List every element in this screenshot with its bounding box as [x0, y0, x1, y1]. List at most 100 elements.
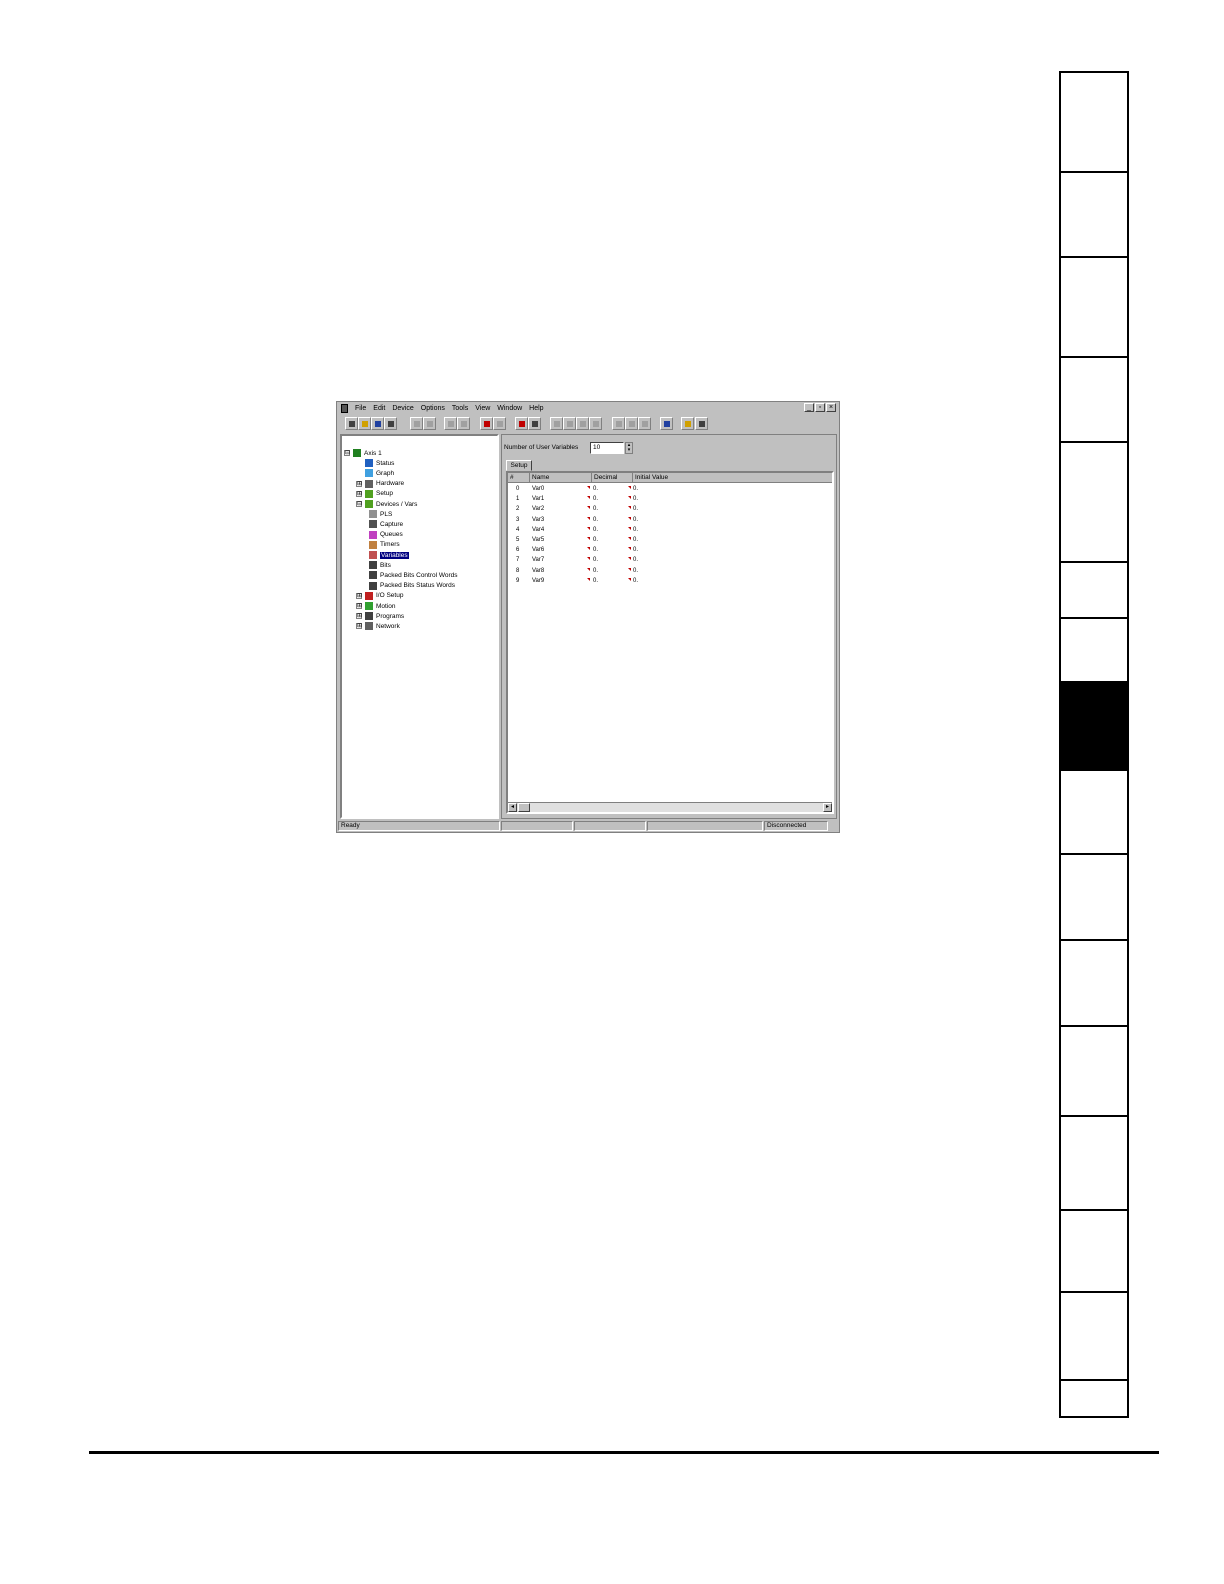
scroll-right-icon[interactable]: ▸ [823, 803, 832, 812]
new-file-icon[interactable] [345, 417, 358, 430]
save-icon[interactable] [371, 417, 384, 430]
cell-initial-value[interactable]: 0. [633, 535, 638, 545]
collapse-icon[interactable]: ⊟ [344, 450, 350, 456]
copy-icon[interactable] [457, 417, 470, 430]
tree-item-packed-bits-status-words[interactable]: Packed Bits Status Words [369, 581, 455, 591]
menu-tools[interactable]: Tools [452, 404, 468, 413]
scroll-left-icon[interactable]: ◂ [508, 803, 517, 812]
tree-item-queues[interactable]: Queues [369, 530, 403, 540]
watch-icon[interactable] [576, 417, 589, 430]
cell-initial-value[interactable]: 0. [633, 525, 638, 535]
cell-name[interactable]: Var4 [532, 525, 544, 535]
cell-initial-value[interactable]: 0. [633, 515, 638, 525]
add-icon[interactable] [480, 417, 493, 430]
tree-item-pls[interactable]: PLS [369, 509, 392, 519]
open-folder-icon[interactable] [358, 417, 371, 430]
cell-decimal[interactable]: 0. [593, 535, 598, 545]
project-tree[interactable]: ⊟ Axis 1 Status Graph ⊞ Hardware ⊞ Setup ⊟ Device… [340, 434, 499, 819]
tab-setup[interactable]: Setup [506, 460, 532, 471]
expand-icon[interactable]: ⊞ [356, 592, 362, 599]
cut-icon[interactable] [444, 417, 457, 430]
layout-icon[interactable] [660, 417, 673, 430]
cell-decimal[interactable]: 0. [593, 515, 598, 525]
tree-item-graph[interactable]: Graph [356, 468, 394, 478]
help-icon[interactable] [681, 417, 694, 430]
tree-item-programs[interactable]: ⊞ Programs [356, 611, 404, 621]
cell-initial-value[interactable]: 0. [633, 494, 638, 504]
cell-initial-value[interactable]: 0. [633, 545, 638, 555]
collapse-icon[interactable]: ⊟ [356, 501, 362, 507]
cell-decimal[interactable]: 0. [593, 525, 598, 535]
cell-decimal[interactable]: 0. [593, 545, 598, 555]
compile-icon[interactable] [515, 417, 528, 430]
tree-item-packed-bits-control-words[interactable]: Packed Bits Control Words [369, 570, 458, 580]
cell-initial-value[interactable]: 0. [633, 504, 638, 514]
menu-window[interactable]: Window [497, 404, 522, 413]
cell-name[interactable]: Var0 [532, 484, 544, 494]
cell-decimal[interactable]: 0. [593, 566, 598, 576]
cell-decimal[interactable]: 0. [593, 555, 598, 565]
minimize-button[interactable]: _ [804, 403, 814, 412]
horizontal-scrollbar[interactable]: ◂ ▸ [508, 802, 832, 812]
stop-icon[interactable] [625, 417, 638, 430]
tree-item-timers[interactable]: Timers [369, 540, 400, 550]
cell-name[interactable]: Var8 [532, 566, 544, 576]
find-icon[interactable] [550, 417, 563, 430]
table-row[interactable]: 6 Var6 0. 0. [508, 545, 832, 555]
cell-name[interactable]: Var6 [532, 545, 544, 555]
expand-icon[interactable]: ⊞ [356, 613, 362, 620]
expand-icon[interactable]: ⊞ [356, 623, 362, 630]
replace-icon[interactable] [563, 417, 576, 430]
cell-initial-value[interactable]: 0. [633, 566, 638, 576]
cell-name[interactable]: Var5 [532, 535, 544, 545]
table-row[interactable]: 7 Var7 0. 0. [508, 555, 832, 565]
cell-initial-value[interactable]: 0. [633, 484, 638, 494]
table-row[interactable]: 1 Var1 0. 0. [508, 494, 832, 504]
menu-edit[interactable]: Edit [373, 404, 385, 413]
tree-item-axis-1[interactable]: ⊟ Axis 1 [344, 448, 382, 458]
print-icon[interactable] [384, 417, 397, 430]
table-row[interactable]: 3 Var3 0. 0. [508, 515, 832, 525]
tree-item-hardware[interactable]: ⊞ Hardware [356, 479, 404, 489]
tree-item-capture[interactable]: Capture [369, 519, 403, 529]
restore-button[interactable]: ▫ [815, 403, 825, 412]
context-help-icon[interactable] [695, 417, 708, 430]
menu-help[interactable]: Help [529, 404, 543, 413]
tree-item-motion[interactable]: ⊞ Motion [356, 601, 396, 611]
scroll-thumb[interactable] [518, 803, 530, 812]
cell-initial-value[interactable]: 0. [633, 576, 638, 586]
tree-item-variables[interactable]: Variables [369, 550, 409, 560]
table-row[interactable]: 9 Var9 0. 0. [508, 576, 832, 586]
remove-icon[interactable] [493, 417, 506, 430]
upload-icon[interactable] [410, 417, 423, 430]
user-variables-count-input[interactable]: 10 [590, 442, 624, 454]
cell-decimal[interactable]: 0. [593, 504, 598, 514]
run-icon[interactable] [612, 417, 625, 430]
doc-icon[interactable] [528, 417, 541, 430]
col-header-initial-value[interactable]: Initial Value [633, 473, 703, 482]
cell-name[interactable]: Var9 [532, 576, 544, 586]
cell-initial-value[interactable]: 0. [633, 555, 638, 565]
cell-decimal[interactable]: 0. [593, 484, 598, 494]
table-row[interactable]: 2 Var2 0. 0. [508, 504, 832, 514]
tree-item-devices-vars[interactable]: ⊟ Devices / Vars [356, 499, 417, 509]
table-row[interactable]: 8 Var8 0. 0. [508, 566, 832, 576]
col-header-decimal[interactable]: Decimal [592, 473, 633, 482]
tree-item-i-o-setup[interactable]: ⊞ I/O Setup [356, 591, 403, 601]
cell-decimal[interactable]: 0. [593, 494, 598, 504]
download-icon[interactable] [423, 417, 436, 430]
col-header-number[interactable]: # [508, 473, 530, 482]
menu-file[interactable]: File [355, 404, 366, 413]
step-icon[interactable] [589, 417, 602, 430]
close-button[interactable]: × [826, 403, 836, 412]
tree-item-bits[interactable]: Bits [369, 560, 391, 570]
tree-item-setup[interactable]: ⊞ Setup [356, 489, 393, 499]
table-row[interactable]: 5 Var5 0. 0. [508, 535, 832, 545]
menu-options[interactable]: Options [421, 404, 445, 413]
tree-item-status[interactable]: Status [356, 458, 394, 468]
cell-decimal[interactable]: 0. [593, 576, 598, 586]
expand-icon[interactable]: ⊞ [356, 480, 362, 487]
table-row[interactable]: 0 Var0 0. 0. [508, 484, 832, 494]
tree-item-network[interactable]: ⊞ Network [356, 621, 400, 631]
table-row[interactable]: 4 Var4 0. 0. [508, 525, 832, 535]
